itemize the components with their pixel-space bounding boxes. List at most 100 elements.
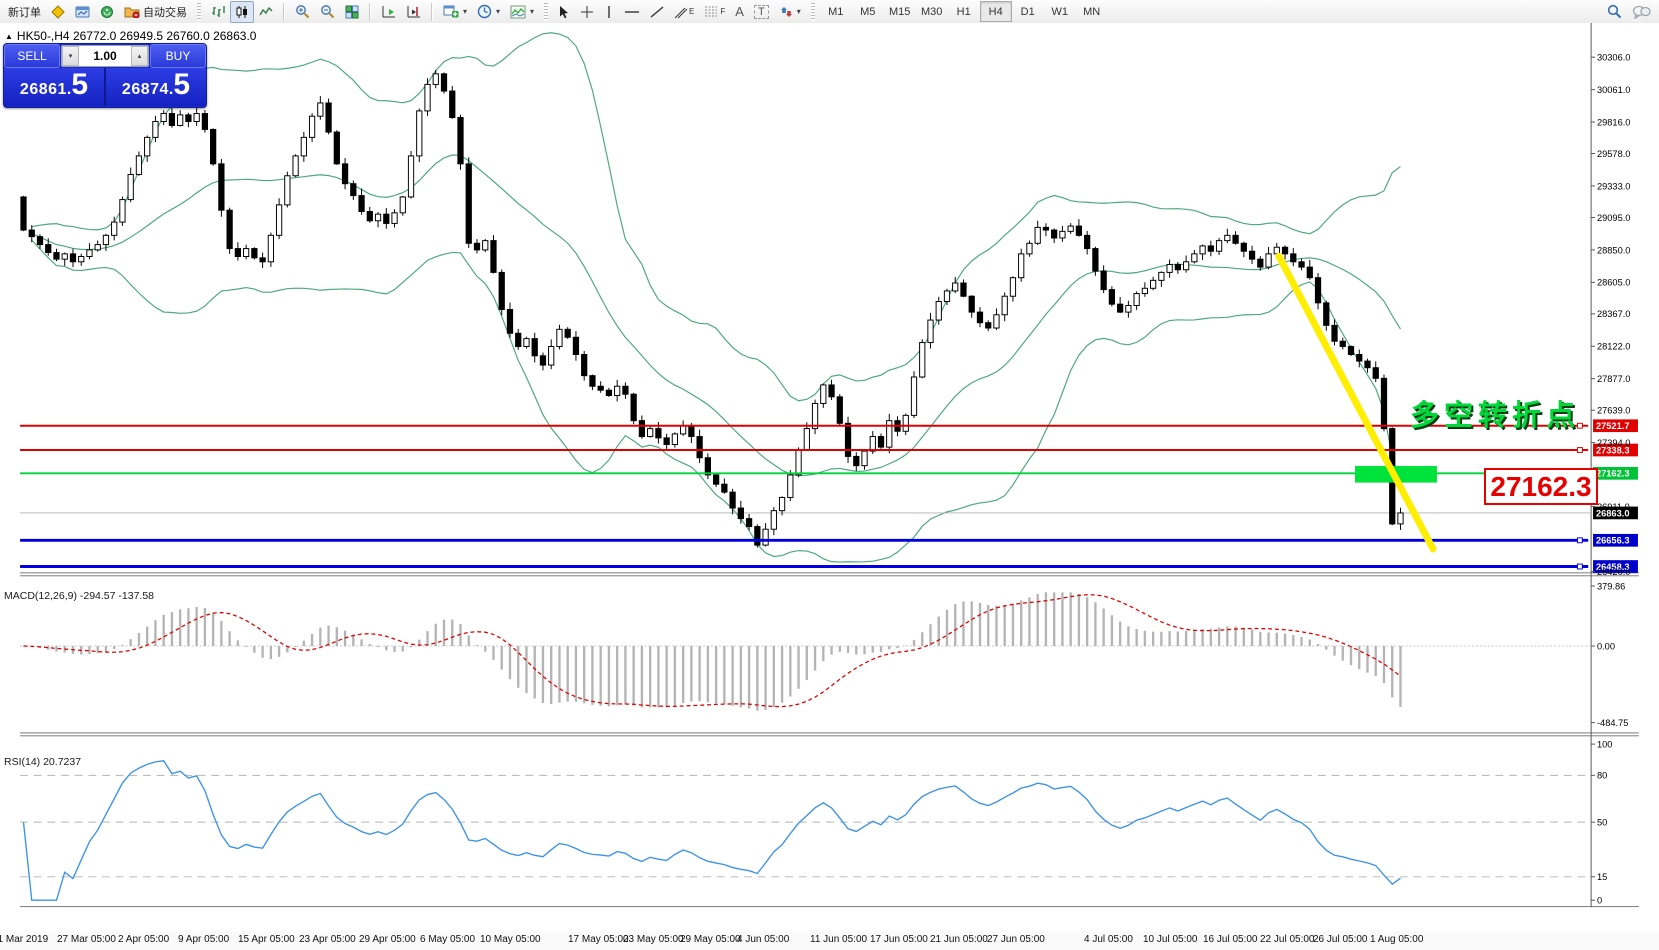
- chart-shift-button[interactable]: [401, 1, 426, 23]
- text-label-tool-button[interactable]: T: [749, 1, 774, 23]
- horizontal-line-tool-button[interactable]: [619, 1, 645, 23]
- symbol-marker-icon: ▲: [5, 32, 13, 41]
- new-order-button[interactable]: 新订单: [3, 1, 46, 23]
- trade-panel-prices: 26861.5 26874.5: [4, 68, 206, 106]
- zoom-out-icon: [320, 4, 335, 19]
- chart-annotation-text[interactable]: 多空转折点: [1410, 392, 1580, 434]
- sell-price-frac: 5: [71, 68, 88, 102]
- new-chart-button[interactable]: ▾: [438, 1, 472, 23]
- time-axis-label: 29 May 05:00: [680, 934, 741, 945]
- timeframe-button-W1[interactable]: W1: [1044, 1, 1076, 22]
- svg-text:30061.0: 30061.0: [1597, 85, 1631, 95]
- cursor-icon: [558, 5, 570, 19]
- fibonacci-tool-button[interactable]: F: [699, 1, 730, 23]
- timeframe-button-M30[interactable]: M30: [916, 1, 948, 22]
- text-tool-button[interactable]: A: [730, 1, 749, 23]
- trading-platform-window: 新订单 自动交易: [0, 0, 1659, 950]
- chat-icon[interactable]: [1632, 5, 1651, 19]
- sell-price-main: 26861: [20, 81, 67, 99]
- macd-indicator-label: MACD(12,26,9) -294.57 -137.58: [4, 590, 154, 602]
- time-axis-label: 22 Jul 05:00: [1260, 934, 1315, 945]
- svg-text:28122.0: 28122.0: [1597, 342, 1631, 352]
- cursor-tool-button[interactable]: [553, 1, 575, 23]
- sell-button[interactable]: SELL: [4, 44, 60, 68]
- chart-area[interactable]: 27521.727338.327162.326656.326458.326863…: [0, 23, 1659, 950]
- new-order-label: 新订单: [8, 4, 41, 20]
- profiles-button[interactable]: ▾: [472, 1, 505, 23]
- time-axis-label: 29 Apr 05:00: [359, 934, 416, 945]
- spinner-up-icon: ▴: [138, 52, 142, 60]
- dropdown-caret-icon: ▾: [797, 7, 801, 16]
- timeframe-button-MN[interactable]: MN: [1076, 1, 1108, 22]
- charts-window-icon: [75, 5, 90, 19]
- volume-increase-button[interactable]: ▴: [131, 46, 148, 66]
- indicators-button[interactable]: ▾: [505, 1, 539, 23]
- tile-windows-button[interactable]: [340, 1, 364, 23]
- svg-text:28367.0: 28367.0: [1597, 309, 1631, 319]
- zoom-in-icon: [295, 4, 310, 19]
- vertical-line-tool-button[interactable]: [599, 1, 619, 23]
- svg-text:-484.75: -484.75: [1597, 718, 1628, 728]
- vertical-line-icon: [604, 5, 614, 19]
- crosshair-icon: [580, 5, 594, 19]
- label-tool-icon: T: [754, 5, 769, 19]
- charts-window-button[interactable]: [70, 1, 95, 23]
- arrows-tool-button[interactable]: ▾: [774, 1, 806, 23]
- timeframe-button-H1[interactable]: H1: [948, 1, 980, 22]
- buy-button[interactable]: BUY: [150, 44, 206, 68]
- crosshair-tool-button[interactable]: [575, 1, 599, 23]
- dropdown-caret-icon: ▾: [530, 7, 534, 16]
- chart-canvas[interactable]: 27521.727338.327162.326656.326458.326863…: [0, 23, 1659, 950]
- buy-price[interactable]: 26874.5: [106, 68, 206, 106]
- auto-scroll-button[interactable]: [376, 1, 401, 23]
- candlestick-chart-icon: [235, 5, 249, 19]
- line-chart-button[interactable]: [254, 1, 278, 23]
- rsi-indicator-label: RSI(14) 20.7237: [4, 756, 81, 768]
- timeframe-button-M1[interactable]: M1: [820, 1, 852, 22]
- zoom-in-button[interactable]: [290, 1, 315, 23]
- price-callout-box[interactable]: 27162.3: [1484, 468, 1598, 505]
- svg-text:27521.7: 27521.7: [1596, 421, 1630, 431]
- toolbar-separator: [369, 3, 371, 21]
- timeframe-button-H4[interactable]: H4: [980, 1, 1012, 22]
- time-axis-label: 9 Apr 05:00: [178, 934, 229, 945]
- buy-price-main: 26874: [122, 81, 169, 99]
- svg-text:100: 100: [1597, 740, 1612, 750]
- trendline-tool-button[interactable]: [645, 1, 669, 23]
- sell-price[interactable]: 26861.5: [4, 68, 104, 106]
- time-axis-label: 26 Jul 05:00: [1313, 934, 1368, 945]
- time-axis-label: 6 May 05:00: [420, 934, 475, 945]
- bar-chart-button[interactable]: [206, 1, 230, 23]
- volume-decrease-button[interactable]: ▾: [62, 46, 79, 66]
- trade-panel-top-row: SELL ▾ 1.00 ▴ BUY: [4, 44, 206, 68]
- horizontal-line-icon: [624, 6, 640, 18]
- timeframe-button-D1[interactable]: D1: [1012, 1, 1044, 22]
- market-watch-button[interactable]: [46, 1, 70, 23]
- toolbar-group-zoom: [287, 0, 367, 23]
- auto-scroll-icon: [381, 5, 396, 19]
- market-watch-icon: [51, 5, 65, 19]
- navigator-button[interactable]: [95, 1, 119, 23]
- volume-input[interactable]: 1.00: [79, 46, 131, 66]
- candlestick-chart-button[interactable]: [230, 1, 254, 23]
- zoom-out-button[interactable]: [315, 1, 340, 23]
- svg-text:80: 80: [1597, 771, 1607, 781]
- toolbar-group-drawing: E F A T ▾: [550, 0, 809, 23]
- svg-text:0.00: 0.00: [1597, 641, 1615, 651]
- svg-text:27877.0: 27877.0: [1597, 374, 1631, 384]
- time-axis-label: 21 Mar 2019: [0, 934, 48, 945]
- time-axis[interactable]: 21 Mar 201927 Mar 05:002 Apr 05:009 Apr …: [0, 931, 1659, 950]
- dropdown-caret-icon: ▾: [496, 7, 500, 16]
- svg-text:26911.0: 26911.0: [1597, 502, 1630, 512]
- time-axis-label: 23 May 05:00: [623, 934, 684, 945]
- equidistant-channel-tool-button[interactable]: E: [669, 1, 699, 23]
- text-tool-icon: A: [735, 4, 744, 19]
- timeframe-button-M15[interactable]: M15: [884, 1, 916, 22]
- timeframe-button-M5[interactable]: M5: [852, 1, 884, 22]
- autotrade-button[interactable]: 自动交易: [119, 1, 192, 23]
- time-axis-label: 21 Jun 05:00: [930, 934, 988, 945]
- chart-shift-icon: [406, 5, 421, 19]
- search-icon[interactable]: [1607, 4, 1622, 19]
- indicators-icon: [510, 5, 526, 19]
- time-axis-label: 11 Jun 05:00: [810, 934, 867, 945]
